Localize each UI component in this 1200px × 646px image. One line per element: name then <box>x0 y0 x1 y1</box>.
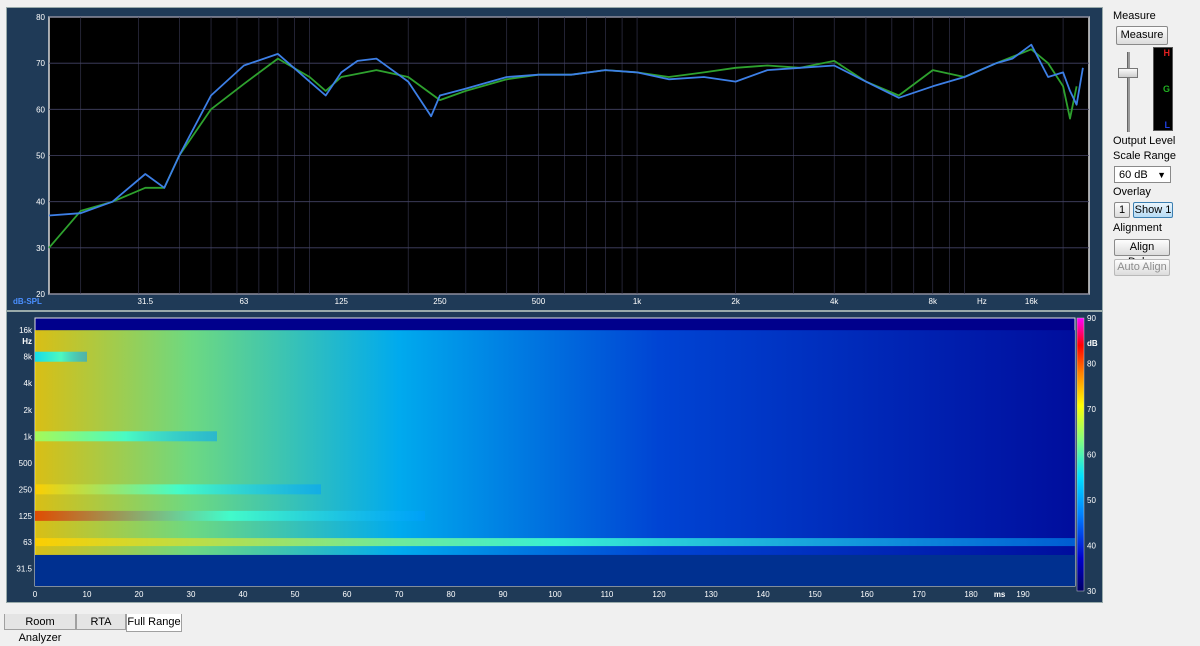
x-tick-label: 150 <box>808 590 822 599</box>
slider-handle[interactable] <box>1118 68 1138 78</box>
x-tick-label: 125 <box>335 297 349 306</box>
spectrogram-chart[interactable]: 16k Hz 8k 4k 2k 1k 500 250 125 63 31.5 0 10 20 30 40 50 6… <box>7 312 1102 602</box>
tab-rta[interactable]: RTA <box>76 614 126 630</box>
x-tick-label: 1k <box>633 297 642 306</box>
meter-good-label: G <box>1162 84 1170 94</box>
frequency-response-chart[interactable]: 2030405060708031.5 63 125 250 500 1k 2k 4k 8k Hz 1… <box>7 8 1102 310</box>
y-axis-label: dB-SPL <box>13 297 42 306</box>
auto-align-button[interactable]: Auto Align <box>1114 259 1170 276</box>
x-tick-label: 160 <box>860 590 874 599</box>
x-tick-label: 170 <box>912 590 926 599</box>
colorbar-unit-label: dB <box>1087 339 1098 348</box>
x-tick-label: 70 <box>395 590 404 599</box>
y-tick-label: 125 <box>19 512 33 521</box>
resonance-band <box>35 351 87 362</box>
x-tick-label: 0 <box>33 590 38 599</box>
y-tick-label: 40 <box>36 198 45 207</box>
colorbar-tick-label: 30 <box>1087 587 1096 596</box>
slider-track <box>1127 52 1130 132</box>
x-tick-label: 60 <box>343 590 352 599</box>
resonance-band <box>35 510 425 521</box>
y-tick-label: 50 <box>36 152 45 161</box>
y-tick-label: 8k <box>24 353 33 362</box>
x-tick-label: 250 <box>433 297 447 306</box>
colorbar-tick-label: 90 <box>1087 314 1096 323</box>
scale-range-select[interactable]: 60 dB ▼ <box>1114 166 1171 183</box>
x-tick-label: 16k <box>1025 297 1039 306</box>
x-tick-label: 120 <box>652 590 666 599</box>
colorbar-tick-label: 60 <box>1087 451 1096 460</box>
x-tick-label: 2k <box>731 297 740 306</box>
measure-heading: Measure <box>1113 10 1156 22</box>
x-tick-label: 40 <box>239 590 248 599</box>
alignment-label: Alignment <box>1113 222 1162 234</box>
output-level-label: Output Level <box>1113 135 1176 147</box>
x-tick-label: 500 <box>532 297 546 306</box>
x-tick-label: 30 <box>187 590 196 599</box>
colorbar <box>1076 317 1085 592</box>
colorbar-tick-label: 70 <box>1087 405 1096 414</box>
y-tick-label: 1k <box>24 432 33 441</box>
y-tick-label: 60 <box>36 105 45 114</box>
x-tick-label: 31.5 <box>138 297 154 306</box>
resonance-band <box>35 538 1075 547</box>
y-tick-label: 30 <box>36 244 45 253</box>
y-tick-label: 80 <box>36 13 45 22</box>
scale-range-value: 60 dB <box>1119 169 1148 181</box>
meter-low-label: L <box>1164 120 1171 130</box>
decay-wash <box>35 330 1075 555</box>
x-tick-label: 100 <box>548 590 562 599</box>
y-tick-label: 63 <box>23 538 32 547</box>
x-tick-label: Hz <box>977 297 987 306</box>
x-tick-label: 130 <box>704 590 718 599</box>
tab-room-analyzer[interactable]: Room Analyzer <box>4 614 76 644</box>
x-tick-label: 20 <box>135 590 144 599</box>
x-tick-label: 10 <box>83 590 92 599</box>
spectrogram-panel: 16k Hz 8k 4k 2k 1k 500 250 125 63 31.5 0 10 20 30 40 50 6… <box>6 311 1103 603</box>
y-tick-label: 2k <box>24 406 33 415</box>
y-tick-label: Hz <box>22 337 32 346</box>
scale-range-label: Scale Range <box>1113 150 1176 162</box>
x-tick-label: 4k <box>830 297 839 306</box>
x-tick-label: 90 <box>499 590 508 599</box>
output-level-slider[interactable] <box>1118 52 1138 132</box>
y-tick-label: 500 <box>19 459 33 468</box>
overlay-show-button[interactable]: Show 1 <box>1133 202 1173 218</box>
y-tick-label: 70 <box>36 59 45 68</box>
frequency-response-panel: 20 30 40 50 60 70 80 31.5 63 125 250 500 1k 2k 4k 8k Hz 1… <box>6 7 1103 311</box>
colorbar-tick-label: 80 <box>1087 360 1096 369</box>
x-tick-label: ms <box>994 590 1006 599</box>
low-freq-region <box>35 554 1075 586</box>
x-tick-label: 180 <box>964 590 978 599</box>
y-tick-label: 250 <box>19 485 33 494</box>
measure-button[interactable]: Measure <box>1116 26 1168 45</box>
meter-high-label: H <box>1163 48 1171 58</box>
resonance-band <box>35 484 321 495</box>
tab-full-range[interactable]: Full Range <box>126 614 182 632</box>
x-tick-label: 140 <box>756 590 770 599</box>
y-tick-label: 4k <box>24 379 33 388</box>
y-tick-label: 31.5 <box>16 565 32 574</box>
x-tick-label: 50 <box>291 590 300 599</box>
colorbar-tick-label: 50 <box>1087 496 1096 505</box>
overlay-label: Overlay <box>1113 186 1151 198</box>
x-tick-label: 63 <box>239 297 248 306</box>
chevron-down-icon: ▼ <box>1157 170 1166 180</box>
overlay-index-button[interactable]: 1 <box>1114 202 1130 218</box>
x-tick-label: 8k <box>929 297 938 306</box>
x-tick-label: 110 <box>601 590 614 599</box>
align-delay-button[interactable]: Align Delay <box>1114 239 1170 268</box>
colorbar-tick-label: 40 <box>1087 542 1096 551</box>
level-meter: H G L <box>1153 47 1173 131</box>
y-tick-label: 16k <box>19 326 33 335</box>
resonance-band <box>35 431 217 442</box>
x-tick-label: 80 <box>447 590 456 599</box>
x-tick-label: 190 <box>1016 590 1030 599</box>
